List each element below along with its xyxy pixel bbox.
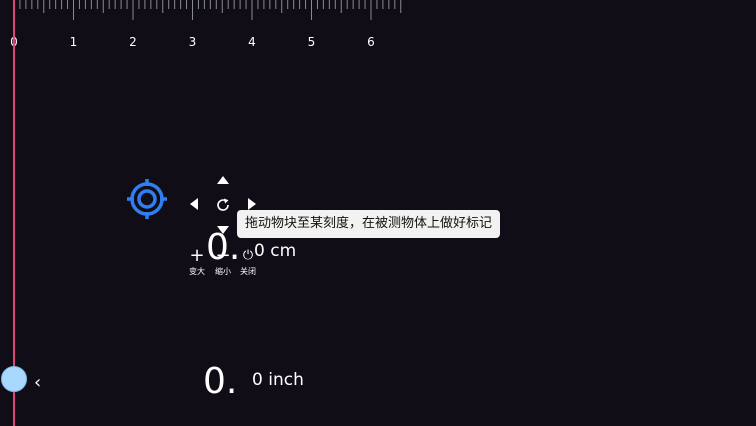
ruler-label: 4	[248, 35, 256, 49]
arrow-left-icon[interactable]	[190, 198, 198, 210]
ruler-label: 6	[367, 35, 375, 49]
enlarge-button[interactable]: + 变大	[184, 247, 210, 277]
plus-icon: +	[189, 245, 205, 266]
target-icon[interactable]	[125, 177, 169, 221]
shrink-label: 缩小	[215, 267, 231, 276]
ruler-label: 5	[308, 35, 316, 49]
drag-handle[interactable]	[1, 366, 27, 392]
close-label: 关闭	[240, 267, 256, 276]
ruler-label: 3	[189, 35, 197, 49]
arrow-up-icon[interactable]	[217, 176, 229, 184]
close-button[interactable]: ⏻ 关闭	[235, 247, 261, 277]
ruler-numbers: 0123456	[10, 35, 375, 49]
enlarge-label: 变大	[189, 267, 205, 276]
hint-tooltip: 拖动物块至某刻度，在被测物体上做好标记	[237, 210, 501, 238]
ruler-ticks	[13, 0, 402, 20]
ruler-label: 1	[70, 35, 78, 49]
refresh-icon[interactable]	[215, 197, 231, 213]
arrow-right-icon[interactable]	[248, 198, 256, 210]
marker-line[interactable]	[13, 0, 15, 426]
minus-icon: −	[215, 245, 231, 266]
shrink-button[interactable]: − 缩小	[210, 247, 236, 277]
ruler-label: 2	[129, 35, 137, 49]
collapse-icon[interactable]: ‹	[34, 374, 41, 392]
inch-value: 0.	[203, 361, 238, 402]
power-icon: ⏻	[242, 248, 254, 263]
inch-reading: 0 inch	[252, 370, 304, 390]
ruler[interactable]: 0123456	[0, 0, 756, 60]
